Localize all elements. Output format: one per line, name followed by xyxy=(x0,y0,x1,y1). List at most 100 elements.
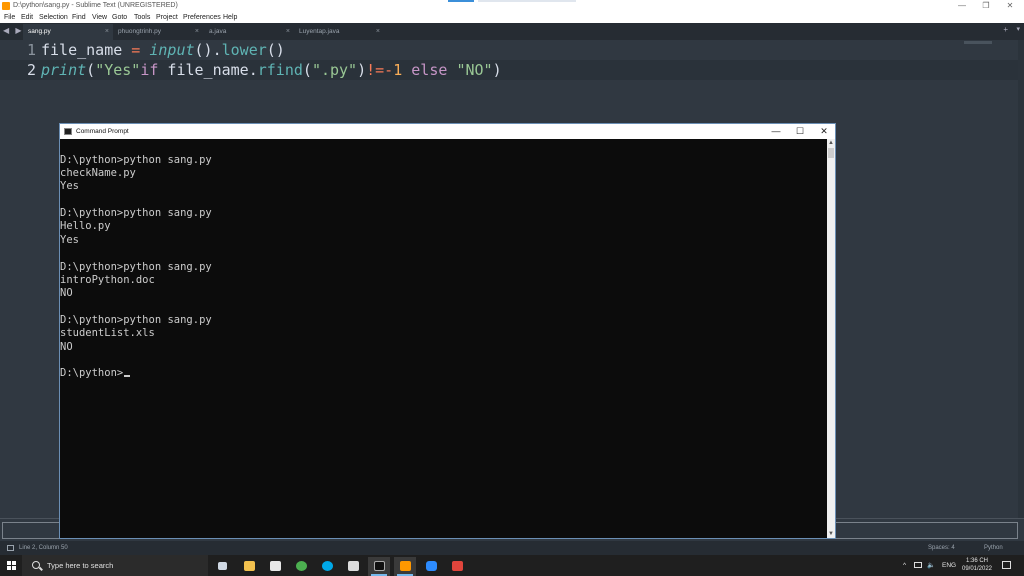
console-line: Yes xyxy=(60,180,79,192)
line-number: 1 xyxy=(26,41,36,59)
code-token: print xyxy=(41,61,87,79)
command-prompt-taskbar-button[interactable] xyxy=(368,557,390,576)
console-line: studentList.xls xyxy=(60,327,155,339)
console-line: D:\python>python sang.py xyxy=(60,314,212,326)
code-token: file_name. xyxy=(158,61,258,79)
title-accent-bar xyxy=(448,0,474,2)
search-icon xyxy=(32,561,40,569)
tab-sang-py[interactable]: sang.py × xyxy=(23,24,113,40)
windows-logo-icon xyxy=(12,566,16,570)
code-token: () xyxy=(266,41,285,59)
code-token: ) xyxy=(357,61,367,79)
cmd-window-title: Command Prompt xyxy=(76,128,129,135)
taskbar-search-box[interactable]: Type here to search xyxy=(22,555,208,576)
code-token: "Yes" xyxy=(95,61,141,79)
cmd-console[interactable]: D:\python>python sang.py checkName.py Ye… xyxy=(60,139,827,538)
scroll-thumb[interactable] xyxy=(828,148,834,158)
cmd-title-bar[interactable]: Command Prompt — ☐ ✕ xyxy=(60,124,835,139)
code-token: ( xyxy=(302,61,312,79)
task-view-button[interactable] xyxy=(211,557,233,576)
console-line: NO xyxy=(60,341,73,353)
sublime-app-icon xyxy=(2,2,10,10)
menu-file[interactable]: File xyxy=(4,12,15,23)
tab-close-icon[interactable]: × xyxy=(286,24,290,40)
notification-icon[interactable] xyxy=(1002,561,1011,569)
code-token: !=- xyxy=(366,61,394,79)
tab-close-icon[interactable]: × xyxy=(105,24,109,40)
cursor-position: Line 2, Column 50 xyxy=(19,545,68,551)
microsoft-store-button[interactable] xyxy=(264,557,286,576)
code-token: ) xyxy=(492,61,502,79)
store-icon xyxy=(270,561,281,571)
tab-label: sang.py xyxy=(28,28,51,35)
menu-help[interactable]: Help xyxy=(223,12,237,23)
minimap[interactable] xyxy=(964,41,992,44)
sublime-restore-button[interactable]: ❐ xyxy=(974,0,998,12)
scroll-up-icon[interactable]: ▲ xyxy=(827,139,835,147)
sublime-minimize-button[interactable]: — xyxy=(950,0,974,12)
console-line: NO xyxy=(60,287,73,299)
console-line: D:\python>python sang.py xyxy=(60,154,212,166)
sublime-icon xyxy=(400,561,411,571)
code-token: if xyxy=(140,61,159,79)
menu-view[interactable]: View xyxy=(92,12,107,23)
tab-luyentap-java[interactable]: Luyentap.java × xyxy=(294,24,384,40)
tab-close-icon[interactable]: × xyxy=(376,24,380,40)
windows-logo-icon xyxy=(7,566,11,570)
skype-button[interactable] xyxy=(316,557,338,576)
console-line: Hello.py xyxy=(60,220,111,232)
code-token: ( xyxy=(86,61,96,79)
cmd-close-button[interactable]: ✕ xyxy=(812,124,836,139)
sublime-status-bar: Line 2, Column 50 Spaces: 4 Python xyxy=(0,541,1024,555)
line-number: 2 xyxy=(26,61,36,79)
cmd-scrollbar[interactable]: ▲ ▼ xyxy=(827,139,835,538)
menu-tools[interactable]: Tools xyxy=(134,12,150,23)
sublime-window-title: D:\python\sang.py - Sublime Text (UNREGI… xyxy=(13,2,178,9)
tab-dropdown-icon[interactable]: ▾ xyxy=(1016,25,1020,33)
indentation-setting[interactable]: Spaces: 4 xyxy=(928,541,955,555)
menu-selection[interactable]: Selection xyxy=(39,12,68,23)
new-tab-icon[interactable]: + xyxy=(1003,25,1008,34)
editor-scrollbar[interactable] xyxy=(1018,40,1024,518)
cmd-maximize-button[interactable]: ☐ xyxy=(788,124,812,139)
zoom-button[interactable] xyxy=(420,557,442,576)
panel-toggle-icon[interactable] xyxy=(7,545,14,551)
menu-project[interactable]: Project xyxy=(156,12,178,23)
search-placeholder: Type here to search xyxy=(47,561,114,570)
zoom-icon xyxy=(426,561,437,571)
tab-a-java[interactable]: a.java × xyxy=(204,24,294,40)
sublime-close-button[interactable]: ✕ xyxy=(998,0,1022,12)
command-prompt-window[interactable]: Command Prompt — ☐ ✕ D:\python>python sa… xyxy=(59,123,836,539)
sublime-title-bar[interactable]: D:\python\sang.py - Sublime Text (UNREGI… xyxy=(0,0,1024,12)
language-indicator[interactable]: ENG xyxy=(942,555,956,576)
volume-icon[interactable]: 🔈 xyxy=(927,555,935,576)
code-token: (). xyxy=(194,41,222,59)
chrome-button[interactable] xyxy=(290,557,312,576)
windows-start-button[interactable] xyxy=(0,555,22,576)
console-prompt-line[interactable]: D:\python> xyxy=(60,367,131,380)
syntax-setting[interactable]: Python xyxy=(984,541,1003,555)
network-icon[interactable] xyxy=(914,562,922,568)
menu-edit[interactable]: Edit xyxy=(21,12,33,23)
pycharm-button[interactable] xyxy=(446,557,468,576)
console-line: D:\python>python sang.py xyxy=(60,261,212,273)
scroll-down-icon[interactable]: ▼ xyxy=(827,530,835,538)
code-line-1[interactable]: file_name = input().lower() xyxy=(41,41,285,59)
text-cursor xyxy=(124,375,131,377)
cmd-app-icon xyxy=(64,128,72,135)
menu-find[interactable]: Find xyxy=(72,12,86,23)
taskbar-clock[interactable]: 1:36 CH 09/01/2022 xyxy=(958,557,996,573)
app-grid-button[interactable] xyxy=(342,557,364,576)
tab-scroll-arrows[interactable]: ◀ ▶ xyxy=(3,26,24,35)
tab-close-icon[interactable]: × xyxy=(195,24,199,40)
task-view-icon xyxy=(218,562,227,570)
file-explorer-button[interactable] xyxy=(238,557,260,576)
sublime-text-taskbar-button[interactable] xyxy=(394,557,416,576)
menu-goto[interactable]: Goto xyxy=(112,12,127,23)
tray-overflow-icon[interactable]: ^ xyxy=(903,555,906,576)
code-line-2[interactable]: print("Yes"if file_name.rfind(".py")!=-1… xyxy=(41,61,502,79)
tab-phuongtrinh-py[interactable]: phuongtrinh.py × xyxy=(113,24,203,40)
menu-preferences[interactable]: Preferences xyxy=(183,12,221,23)
code-token: ".py" xyxy=(311,61,358,79)
cmd-minimize-button[interactable]: — xyxy=(764,124,788,139)
